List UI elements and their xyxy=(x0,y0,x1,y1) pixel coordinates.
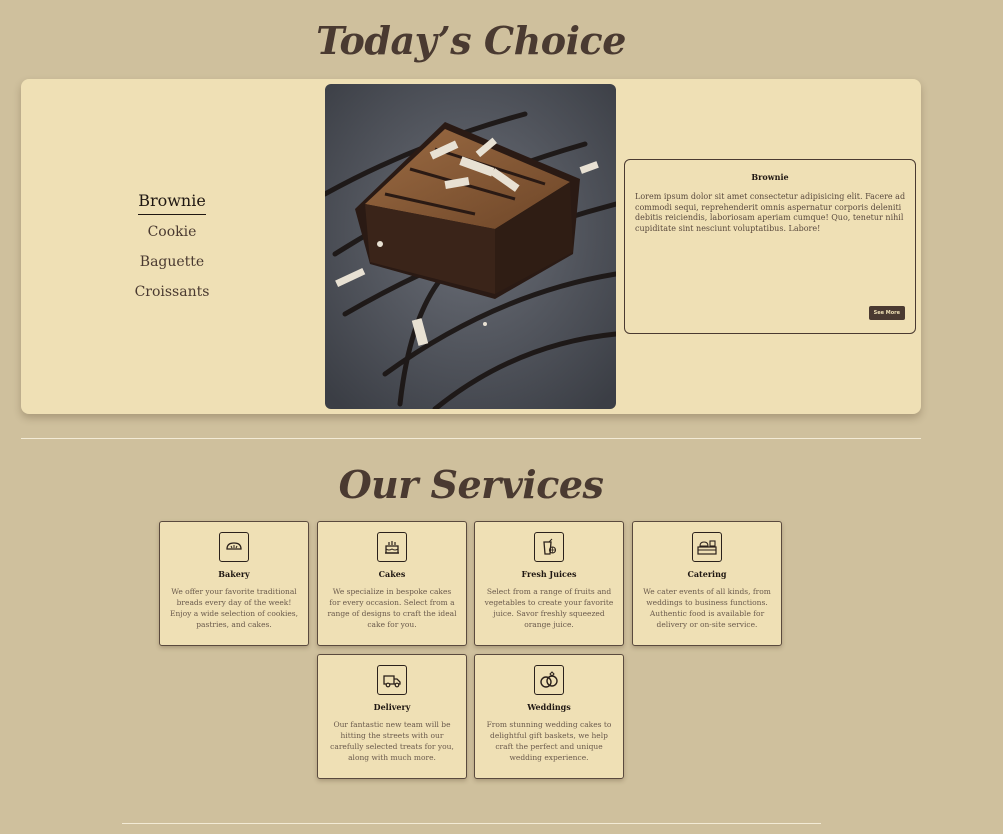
service-card-fresh-juices[interactable]: Fresh Juices Select from a range of frui… xyxy=(474,521,624,646)
choice-menu: Brownie Cookie Baguette Croissants xyxy=(121,189,223,309)
service-card-cakes[interactable]: Cakes We specialize in bespoke cakes for… xyxy=(317,521,467,646)
brownie-photo xyxy=(325,84,616,409)
todays-choice-title: Today’s Choice xyxy=(316,18,626,63)
service-text: We specialize in bespoke cakes for every… xyxy=(327,587,457,629)
juice-icon xyxy=(534,532,564,562)
menu-item-brownie[interactable]: Brownie xyxy=(138,189,206,215)
todays-choice-card: Brownie Cookie Baguette Croissants Brown… xyxy=(21,79,921,414)
service-card-delivery[interactable]: Delivery Our fantastic new team will be … xyxy=(317,654,467,779)
bread-icon xyxy=(219,532,249,562)
cake-icon xyxy=(377,532,407,562)
service-title: Catering xyxy=(687,569,727,579)
description-title: Brownie xyxy=(751,172,789,182)
section-divider xyxy=(21,438,921,439)
service-card-weddings[interactable]: Weddings From stunning wedding cakes to … xyxy=(474,654,624,779)
description-text: Lorem ipsum dolor sit amet consectetur a… xyxy=(635,192,906,233)
delivery-truck-icon xyxy=(377,665,407,695)
see-more-button[interactable]: See More xyxy=(868,306,905,320)
service-text: Select from a range of fruits and vegeta… xyxy=(484,587,614,629)
service-title: Bakery xyxy=(218,569,250,579)
service-text: We cater events of all kinds, from weddi… xyxy=(643,587,771,629)
choice-description: Brownie Lorem ipsum dolor sit amet conse… xyxy=(624,159,916,334)
service-title: Weddings xyxy=(527,702,571,712)
menu-item-cookie[interactable]: Cookie xyxy=(148,219,197,249)
wedding-rings-icon xyxy=(534,665,564,695)
service-card-catering[interactable]: Catering We cater events of all kinds, f… xyxy=(632,521,782,646)
service-text: Our fantastic new team will be hitting t… xyxy=(330,720,454,762)
menu-item-baguette[interactable]: Baguette xyxy=(140,249,204,279)
services-title: Our Services xyxy=(338,462,604,507)
catering-icon xyxy=(692,532,722,562)
footer-divider xyxy=(122,823,821,824)
service-title: Cakes xyxy=(378,569,406,579)
service-title: Fresh Juices xyxy=(521,569,577,579)
service-text: We offer your favorite traditional bread… xyxy=(169,587,299,629)
service-title: Delivery xyxy=(373,702,411,712)
service-text: From stunning wedding cakes to delightfu… xyxy=(486,720,612,762)
menu-item-croissants[interactable]: Croissants xyxy=(135,279,210,309)
service-card-bakery[interactable]: Bakery We offer your favorite traditiona… xyxy=(159,521,309,646)
